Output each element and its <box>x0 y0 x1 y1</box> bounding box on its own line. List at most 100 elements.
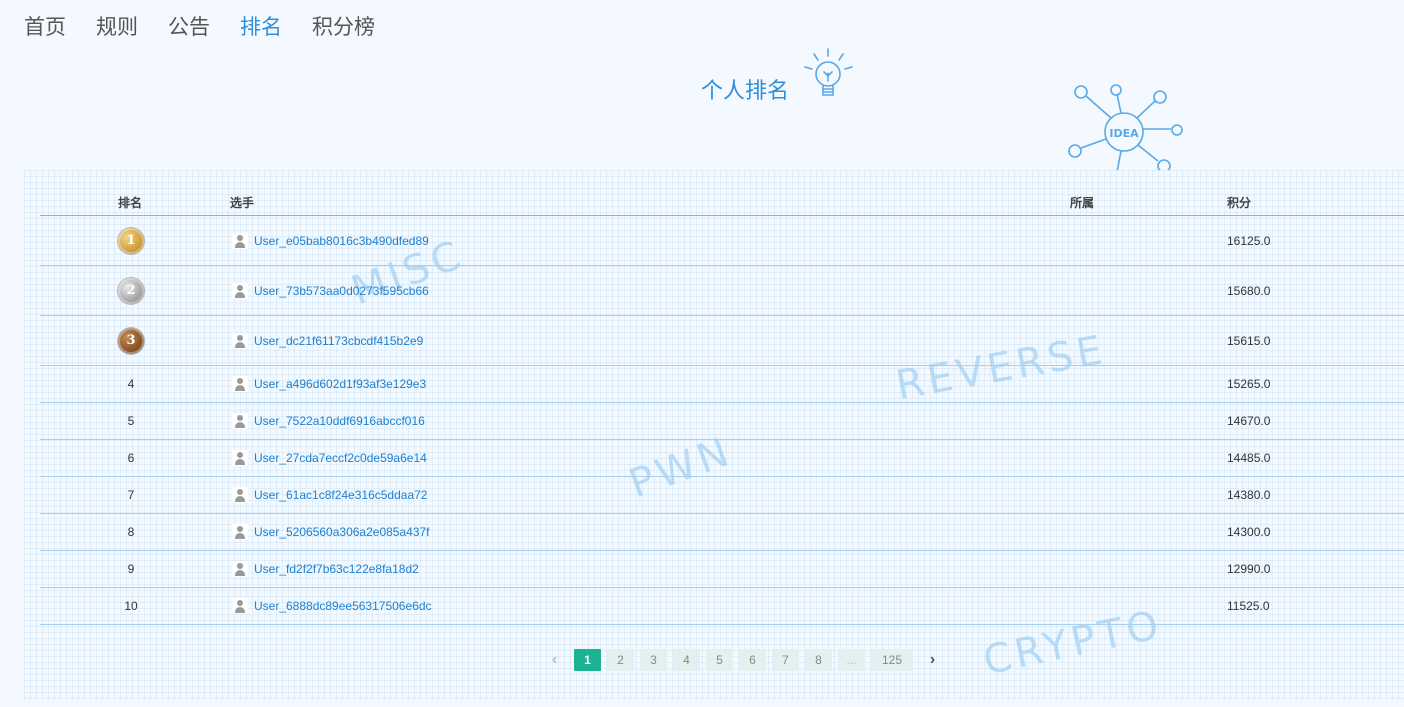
medal-gold-icon: 1 <box>118 227 144 254</box>
nav-rules[interactable]: 规则 <box>96 14 138 42</box>
medal-bronze-icon: 3 <box>118 327 144 354</box>
table-row: 3 User_dc21f61173cbcdf415b2e9 15615.0 <box>40 315 1404 366</box>
rank-cell: 1 <box>40 215 222 266</box>
page-2[interactable]: 2 <box>607 649 634 671</box>
player-link[interactable]: User_e05bab8016c3b490dfed89 <box>254 234 429 248</box>
user-icon <box>232 524 248 540</box>
medal-silver-icon: 2 <box>118 277 144 304</box>
rank-cell: 3 <box>40 315 222 366</box>
nav-ranking[interactable]: 排名 <box>240 14 282 42</box>
ranking-table: 排名 选手 所属 积分 1 User_e05bab8016c3b490dfed89… <box>40 190 1404 625</box>
user-icon <box>232 598 248 614</box>
player-link[interactable]: User_73b573aa0d0273f595cb66 <box>254 284 429 298</box>
player-link[interactable]: User_dc21f61173cbcdf415b2e9 <box>254 334 423 348</box>
user-icon <box>232 232 248 249</box>
player-cell: User_61ac1c8f24e316c5ddaa72 <box>222 476 1070 514</box>
rank-number: 4 <box>127 377 135 391</box>
score-cell: 15265.0 <box>1227 365 1404 403</box>
player-cell: User_7522a10ddf6916abccf016 <box>222 402 1070 440</box>
nav-home[interactable]: 首页 <box>24 14 66 42</box>
player-cell: User_5206560a306a2e085a437f <box>222 513 1070 551</box>
page-6[interactable]: 6 <box>739 649 766 671</box>
score-cell: 15615.0 <box>1227 315 1404 366</box>
player-cell: User_a496d602d1f93af3e129e3 <box>222 365 1070 403</box>
rank-number: 6 <box>127 451 135 465</box>
page-title: 个人排名 <box>701 78 790 103</box>
header-player: 选手 <box>222 190 1070 216</box>
score-cell: 12990.0 <box>1227 550 1404 588</box>
table-row: 1 User_e05bab8016c3b490dfed89 16125.0 <box>40 215 1404 266</box>
rank-number: 8 <box>127 525 135 539</box>
nav-announcements[interactable]: 公告 <box>168 14 210 42</box>
rank-cell: 6 <box>40 439 222 477</box>
rank-number: 5 <box>127 414 135 428</box>
user-icon <box>232 376 248 392</box>
page-4[interactable]: 4 <box>673 649 700 671</box>
table-row: 6 User_27cda7eccf2c0de59a6e14 14485.0 <box>40 439 1404 477</box>
table-row: 4 User_a496d602d1f93af3e129e3 15265.0 <box>40 365 1404 403</box>
table-row: 10 User_6888dc89ee56317506e6dc 11525.0 <box>40 587 1404 625</box>
page-1[interactable]: 1 <box>574 649 601 671</box>
user-icon <box>232 561 248 577</box>
page-8[interactable]: 8 <box>805 649 832 671</box>
rank-cell: 5 <box>40 402 222 440</box>
group-cell <box>1070 402 1227 440</box>
page-3[interactable]: 3 <box>640 649 667 671</box>
idea-label: IDEA <box>1109 127 1139 140</box>
rank-cell: 2 <box>40 265 222 316</box>
player-link[interactable]: User_6888dc89ee56317506e6dc <box>254 599 432 613</box>
score-cell: 15680.0 <box>1227 265 1404 316</box>
player-cell: User_27cda7eccf2c0de59a6e14 <box>222 439 1070 477</box>
page-ellipsis: ... <box>838 649 865 671</box>
table-row: 7 User_61ac1c8f24e316c5ddaa72 14380.0 <box>40 476 1404 514</box>
group-cell <box>1070 265 1227 316</box>
score-cell: 16125.0 <box>1227 215 1404 266</box>
rank-cell: 10 <box>40 587 222 625</box>
pagination-prev-icon[interactable]: ‹ <box>541 649 568 671</box>
group-cell <box>1070 315 1227 366</box>
player-link[interactable]: User_fd2f2f7b63c122e8fa18d2 <box>254 562 419 576</box>
user-icon <box>232 413 248 429</box>
player-link[interactable]: User_61ac1c8f24e316c5ddaa72 <box>254 488 427 502</box>
player-link[interactable]: User_a496d602d1f93af3e129e3 <box>254 377 426 391</box>
group-cell <box>1070 550 1227 588</box>
user-icon <box>232 450 248 466</box>
pagination: ‹ 1 2 3 4 5 6 7 8 ... 125 › <box>541 649 946 671</box>
page-5[interactable]: 5 <box>706 649 733 671</box>
ranking-table-body: 1 User_e05bab8016c3b490dfed89 16125.0 2 User… <box>40 215 1404 625</box>
nav-scoreboard[interactable]: 积分榜 <box>312 14 375 42</box>
player-cell: User_73b573aa0d0273f595cb66 <box>222 265 1070 316</box>
table-header-row: 排名 选手 所属 积分 <box>40 190 1404 216</box>
player-link[interactable]: User_5206560a306a2e085a437f <box>254 525 430 539</box>
table-row: 9 User_fd2f2f7b63c122e8fa18d2 12990.0 <box>40 550 1404 588</box>
rank-cell: 7 <box>40 476 222 514</box>
player-link[interactable]: User_7522a10ddf6916abccf016 <box>254 414 425 428</box>
page-last[interactable]: 125 <box>871 649 913 671</box>
group-cell <box>1070 439 1227 477</box>
group-cell <box>1070 513 1227 551</box>
page-7[interactable]: 7 <box>772 649 799 671</box>
score-cell: 14670.0 <box>1227 402 1404 440</box>
user-icon <box>232 487 248 503</box>
top-nav: 首页 规则 公告 排名 积分榜 <box>24 14 405 42</box>
score-cell: 11525.0 <box>1227 587 1404 625</box>
table-row: 8 User_5206560a306a2e085a437f 14300.0 <box>40 513 1404 551</box>
player-cell: User_fd2f2f7b63c122e8fa18d2 <box>222 550 1070 588</box>
header-rank: 排名 <box>40 190 222 216</box>
player-cell: User_e05bab8016c3b490dfed89 <box>222 215 1070 266</box>
lightbulb-icon <box>804 48 853 96</box>
rank-number: 10 <box>124 599 138 613</box>
group-cell <box>1070 587 1227 625</box>
player-cell: User_6888dc89ee56317506e6dc <box>222 587 1070 625</box>
table-row: 5 User_7522a10ddf6916abccf016 14670.0 <box>40 402 1404 440</box>
user-icon <box>232 282 248 299</box>
rank-number: 9 <box>127 562 135 576</box>
group-cell <box>1070 476 1227 514</box>
player-link[interactable]: User_27cda7eccf2c0de59a6e14 <box>254 451 427 465</box>
pagination-next-icon[interactable]: › <box>919 649 946 671</box>
score-cell: 14485.0 <box>1227 439 1404 477</box>
table-row: 2 User_73b573aa0d0273f595cb66 15680.0 <box>40 265 1404 316</box>
header-score: 积分 <box>1227 190 1404 216</box>
player-cell: User_dc21f61173cbcdf415b2e9 <box>222 315 1070 366</box>
rank-cell: 4 <box>40 365 222 403</box>
